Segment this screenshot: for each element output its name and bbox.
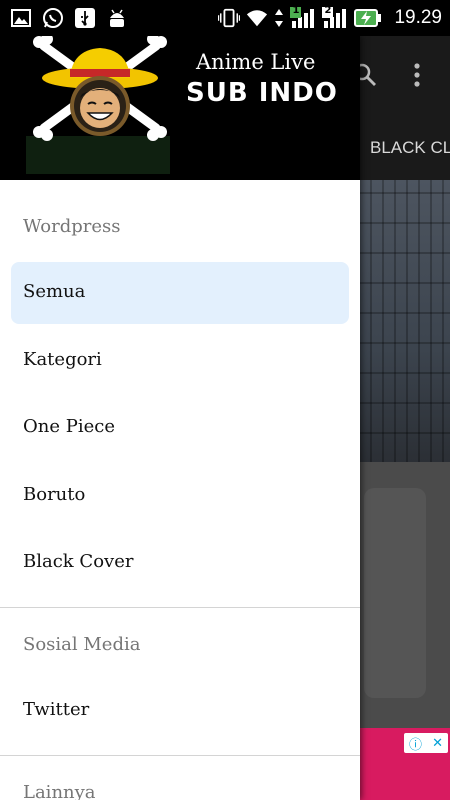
sim1-badge: 1 (292, 5, 300, 16)
tab-black-clover[interactable]: BLACK CL (370, 138, 450, 158)
more-vert-icon[interactable] (412, 62, 422, 92)
battery-charging-icon (354, 7, 382, 29)
app-subtitle: SUB INDO (186, 78, 338, 108)
menu-item-boruto[interactable]: Boruto (11, 465, 349, 527)
section-label-lainnya: Lainnya (23, 782, 96, 800)
vibrate-icon (218, 7, 241, 29)
straw-hat-skull-logo (30, 36, 170, 146)
drawer-header: Anime Live SUB INDO (0, 36, 360, 180)
divider (0, 755, 360, 756)
post-card-content (364, 488, 426, 698)
section-label-wordpress: Wordpress (23, 216, 121, 237)
section-label-sosial-media: Sosial Media (23, 634, 141, 655)
android-icon (106, 7, 128, 29)
signal-sim1-icon: 1 (290, 5, 316, 29)
menu-item-kategori[interactable]: Kategori (11, 330, 349, 392)
menu-item-label: Kategori (23, 349, 102, 370)
image-icon (10, 7, 32, 29)
ad-choices-badge[interactable]: ⓘ ✕ (404, 733, 448, 753)
navigation-drawer: Anime Live SUB INDO Wordpress Semua Kate… (0, 36, 360, 800)
menu-item-one-piece[interactable]: One Piece (11, 397, 349, 459)
menu-item-label: Boruto (23, 484, 86, 505)
post-thumbnail[interactable] (360, 180, 450, 462)
usb-icon (74, 7, 96, 29)
divider (0, 607, 360, 608)
menu-item-label: One Piece (23, 416, 115, 437)
wifi-icon (246, 7, 268, 29)
info-icon[interactable]: ⓘ (409, 734, 422, 753)
menu-item-label: Black Cover (23, 551, 134, 572)
data-arrows-icon (274, 7, 284, 29)
status-bar: 1 2 19.29 (0, 0, 450, 36)
menu-item-label: Semua (23, 281, 86, 302)
menu-item-semua[interactable]: Semua (11, 262, 349, 324)
menu-item-black-cover[interactable]: Black Cover (11, 532, 349, 594)
whatsapp-icon (42, 7, 64, 29)
signal-sim2-icon: 2 (322, 5, 348, 29)
clock: 19.29 (394, 7, 442, 28)
sim2-badge: 2 (324, 5, 332, 16)
close-icon[interactable]: ✕ (432, 736, 443, 751)
menu-item-label: Twitter (23, 699, 90, 720)
app-title: Anime Live (196, 50, 316, 74)
menu-item-twitter[interactable]: Twitter (11, 680, 349, 742)
